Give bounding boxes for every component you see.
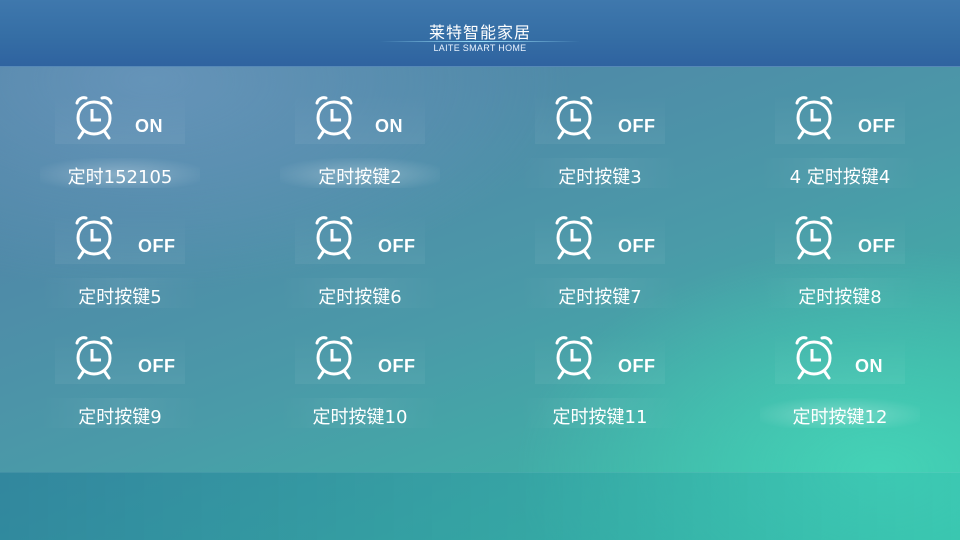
timer-button-3[interactable]: OFF 定时按键3 [480,94,720,214]
app-title: 莱特智能家居 [428,23,531,42]
timer-button-8[interactable]: OFF 定时按键8 [720,214,960,334]
alarm-clock-icon [315,96,353,140]
timer-label-bar: 定时按键11 [520,398,680,428]
timer-state: ON [135,116,163,136]
timer-icon-row: ON [295,94,425,144]
timer-icon-row: OFF [775,94,905,144]
timer-label: 定时按键11 [552,407,648,428]
timer-button-11[interactable]: OFF 定时按键11 [480,334,720,454]
timer-icon-row: ON [775,334,905,384]
timer-button-6[interactable]: OFF 定时按键6 [240,214,480,334]
timer-label: 4 定时按键4 [789,167,891,188]
timer-button-9[interactable]: OFF 定时按键9 [0,334,240,454]
timer-state: OFF [618,236,656,256]
timer-label-bar: 4 定时按键4 [760,158,920,188]
timer-button-4[interactable]: OFF 4 定时按键4 [720,94,960,214]
timer-label-bar: 定时按键3 [520,158,680,188]
timer-label-bar: 定时按键8 [760,278,920,308]
timer-label: 定时按键3 [558,167,642,188]
timer-icon-row: OFF [535,214,665,264]
timer-state: OFF [858,116,896,136]
timer-label-bar: 定时按键10 [280,398,440,428]
timer-state: OFF [858,236,896,256]
alarm-clock-icon [795,96,833,140]
alarm-clock-icon [555,96,593,140]
timer-label: 定时按键8 [798,287,882,308]
timer-button-7[interactable]: OFF 定时按键7 [480,214,720,334]
timer-icon-row: ON [55,94,185,144]
alarm-clock-icon [75,336,113,380]
timer-label: 定时按键7 [558,287,642,308]
footer-bar [0,472,960,540]
timer-state: OFF [618,356,656,376]
timer-label: 定时按键12 [792,407,888,428]
alarm-clock-icon [75,96,113,140]
alarm-clock-icon [555,216,593,260]
timer-label: 定时152105 [67,167,173,188]
alarm-clock-icon [795,336,833,380]
timer-label: 定时按键5 [78,287,162,308]
alarm-clock-icon [75,216,113,260]
app-subtitle: LAITE SMART HOME [433,43,527,53]
timer-grid: ON 定时152105 ON 定时按键2 OFF 定时按键3 OFF 4 定时按… [0,66,960,472]
timer-button-1[interactable]: ON 定时152105 [0,94,240,214]
app-header: 莱特智能家居 LAITE SMART HOME [0,0,960,67]
timer-label: 定时按键6 [318,287,402,308]
timer-state: OFF [618,116,656,136]
timer-icon-row: OFF [535,334,665,384]
timer-state: OFF [378,236,416,256]
timer-label: 定时按键9 [78,407,162,428]
timer-icon-row: OFF [55,214,185,264]
timer-label-bar: 定时按键2 [280,158,440,188]
timer-label-bar: 定时按键6 [280,278,440,308]
timer-state: ON [375,116,403,136]
alarm-clock-icon [555,336,593,380]
timer-button-10[interactable]: OFF 定时按键10 [240,334,480,454]
timer-icon-row: OFF [295,214,425,264]
timer-state: OFF [138,236,176,256]
timer-state: ON [855,356,883,376]
timer-state: OFF [138,356,176,376]
timer-button-2[interactable]: ON 定时按键2 [240,94,480,214]
timer-label: 定时按键2 [318,167,402,188]
timer-icon-row: OFF [55,334,185,384]
timer-button-12[interactable]: ON 定时按键12 [720,334,960,454]
timer-label: 定时按键10 [312,407,408,428]
timer-state: OFF [378,356,416,376]
alarm-clock-icon [795,216,833,260]
title-divider [380,41,580,42]
timer-label-bar: 定时按键9 [40,398,200,428]
timer-label-bar: 定时按键12 [760,398,920,428]
timer-icon-row: OFF [775,214,905,264]
timer-label-bar: 定时按键5 [40,278,200,308]
timer-label-bar: 定时152105 [40,158,200,188]
timer-icon-row: OFF [535,94,665,144]
timer-label-bar: 定时按键7 [520,278,680,308]
timer-button-5[interactable]: OFF 定时按键5 [0,214,240,334]
alarm-clock-icon [315,216,353,260]
alarm-clock-icon [315,336,353,380]
timer-icon-row: OFF [295,334,425,384]
